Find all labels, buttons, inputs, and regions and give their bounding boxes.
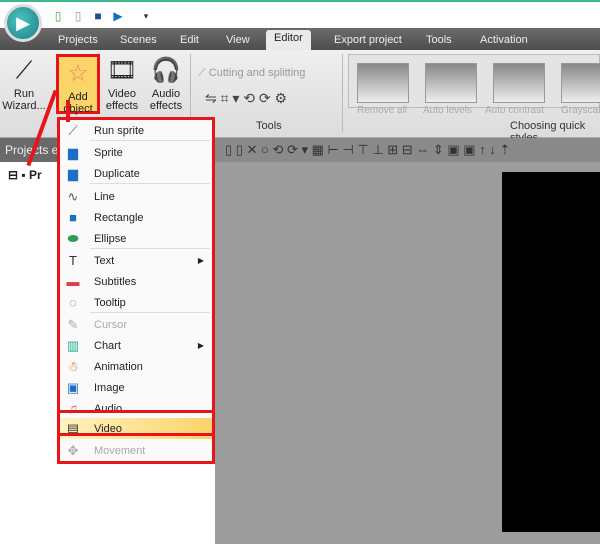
menu-item-label: Duplicate — [94, 167, 140, 180]
editor-toolbar: ▯ ▯ ✕ ○ ⟲ ⟳ ▾ ▦ ⊢ ⊣ ⊤ ⊥ ⊞ ⊟ ⇔ ⇕ ▣ ▣ ↑ ↓ … — [215, 138, 600, 162]
play-icon[interactable]: ▶ — [112, 9, 124, 23]
submenu-arrow-icon: ▶ — [197, 256, 204, 265]
add-object-button[interactable]: ☆ Add object — [56, 54, 100, 115]
video-highlight-box — [57, 410, 215, 436]
tab-projects[interactable]: Projects — [50, 32, 106, 50]
style-thumb[interactable] — [425, 63, 477, 103]
tab-export-project[interactable]: Export project — [326, 32, 410, 50]
menu-item-line[interactable]: ∿ Line — [60, 186, 212, 207]
line-icon: ∿ — [67, 188, 79, 204]
rectangle-icon: ■ — [69, 210, 77, 225]
menu-item-label: Run sprite — [94, 124, 145, 137]
menu-item-text[interactable]: T Text ▶ — [60, 250, 212, 271]
menu-item-chart[interactable]: ▥ Chart ▶ — [60, 335, 212, 356]
tab-view[interactable]: View — [218, 32, 258, 50]
menu-item-label: Ellipse — [94, 232, 127, 245]
app-logo[interactable]: ▶ — [4, 4, 42, 42]
menu-item-image[interactable]: ▣ Image — [60, 377, 212, 398]
menu-item-label: Movement — [94, 444, 146, 457]
animation-icon: ☃ — [67, 358, 79, 374]
menu-item-duplicate[interactable]: ▆ Duplicate — [60, 163, 212, 184]
menu-item-label: Tooltip — [94, 296, 126, 309]
preview-canvas[interactable] — [502, 172, 600, 532]
menu-item-rectangle[interactable]: ■ Rectangle — [60, 207, 212, 228]
menu-item-subtitles[interactable]: ▬ Subtitles — [60, 271, 212, 292]
copy-icon[interactable]: ▯ — [72, 9, 84, 23]
style-thumb[interactable] — [561, 63, 600, 103]
save-icon[interactable]: ■ — [92, 9, 104, 23]
film-icon: 🎞 — [106, 57, 138, 84]
star-add-icon: ☆ — [67, 60, 89, 87]
ribbon-tabs: Projects Scenes Edit View Editor Export … — [0, 28, 600, 50]
menu-item-label: Cursor — [94, 318, 128, 331]
tools-group-label: Tools — [256, 120, 282, 132]
menu-item-animation[interactable]: ☃ Animation — [60, 356, 212, 377]
tab-edit[interactable]: Edit — [172, 32, 207, 50]
quick-styles-gallery: Remove all Auto levels Auto contrast Gra… — [348, 54, 600, 116]
menu-item-tooltip[interactable]: ◌ Tooltip — [60, 292, 212, 313]
subtitles-icon: ▬ — [66, 274, 80, 289]
tab-tools[interactable]: Tools — [418, 32, 460, 50]
toolbar-icons[interactable]: ▯ ▯ ✕ ○ ⟲ ⟳ ▾ ▦ ⊢ ⊣ ⊤ ⊥ ⊞ ⊟ ⇔ ⇕ ▣ ▣ ↑ ↓ … — [225, 142, 510, 158]
submenu-arrow-icon: ▶ — [197, 341, 204, 350]
quick-access-bar: ▯ ▯ ■ ▶ ▾ — [0, 0, 600, 28]
sprite-icon: ▆ — [68, 144, 78, 160]
tab-scenes[interactable]: Scenes — [112, 32, 165, 50]
tab-activation[interactable]: Activation — [472, 32, 536, 50]
style-thumb[interactable] — [357, 63, 409, 103]
ellipse-icon: ⬬ — [67, 230, 79, 246]
add-object-menu: ⟋ Run sprite ▆ Sprite ▆ Duplicate ∿ Line ■ Rectan… — [57, 117, 215, 464]
menu-item-label: Animation — [94, 360, 143, 373]
menu-item-run sprite[interactable]: ⟋ Run sprite — [60, 120, 212, 141]
tree-root[interactable]: ⊟ ▪ Pr — [8, 168, 42, 182]
menu-item-movement[interactable]: ✥ Movement — [60, 440, 212, 461]
menu-item-label: Sprite — [94, 146, 123, 159]
menu-item-label: Rectangle — [94, 211, 144, 224]
tools-icons[interactable]: ⇋ ⌗ ▾ ⟲ ⟳ ⚙ — [205, 90, 287, 107]
move-icon: ✥ — [67, 442, 79, 458]
menu-item-ellipse[interactable]: ⬬ Ellipse — [60, 228, 212, 249]
video-effects-button[interactable]: 🎞 Video effects — [100, 54, 144, 116]
text-icon: T — [69, 253, 77, 268]
duplicate-icon: ▆ — [68, 165, 78, 181]
image-icon: ▣ — [66, 379, 80, 395]
chart-icon: ▥ — [66, 337, 80, 353]
menu-item-label: Chart — [94, 339, 121, 352]
tooltip-icon: ◌ — [69, 295, 77, 310]
annotation-arrow — [66, 100, 70, 122]
cursor-icon: ✎ — [67, 316, 79, 332]
headphones-icon: 🎧 — [151, 57, 181, 84]
menu-item-cursor[interactable]: ✎ Cursor — [60, 314, 212, 335]
menu-item-label: Line — [94, 190, 115, 203]
new-project-icon[interactable]: ▯ — [52, 9, 64, 23]
menu-item-sprite[interactable]: ▆ Sprite — [60, 142, 212, 163]
run-wizard-button[interactable]: ⟋ Run Wizard... — [2, 54, 46, 116]
customize-icon[interactable]: ▾ — [140, 9, 152, 23]
menu-item-label: Text — [94, 254, 115, 267]
style-thumb[interactable] — [493, 63, 545, 103]
tab-editor[interactable]: Editor — [266, 30, 311, 50]
wand-icon: ⟋ — [15, 57, 33, 84]
wand-icon: ⟋ — [68, 122, 78, 138]
menu-item-label: Image — [94, 381, 125, 394]
audio-effects-button[interactable]: 🎧 Audio effects — [144, 54, 188, 116]
cutting-splitting-button[interactable]: ⟋ Cutting and splitting — [198, 67, 305, 80]
menu-item-label: Subtitles — [94, 275, 137, 288]
